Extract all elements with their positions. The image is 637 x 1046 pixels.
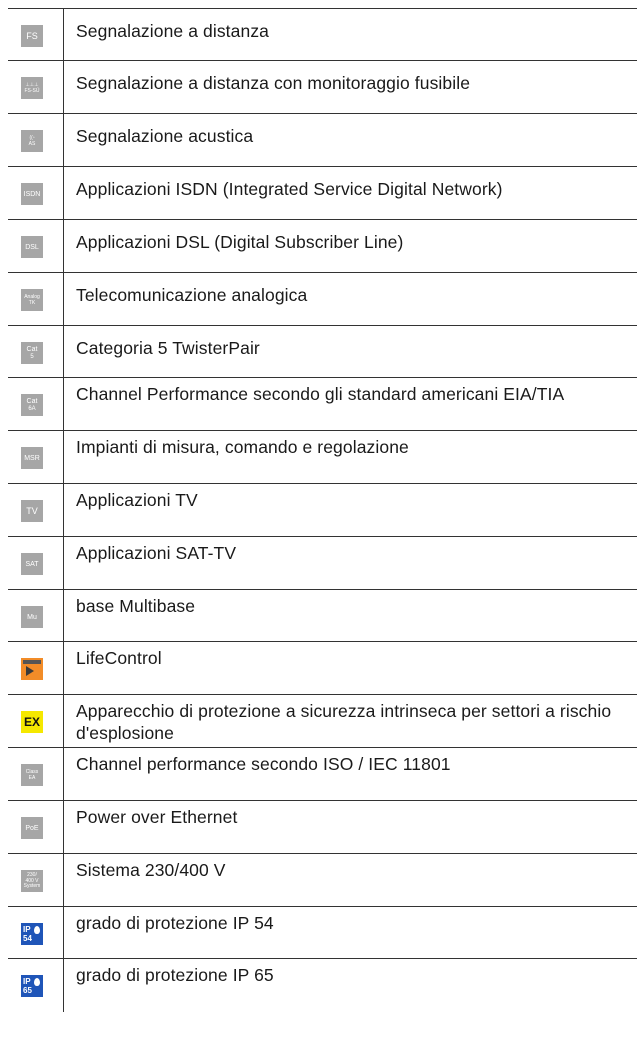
legend-row: ISDN Applicazioni ISDN (Integrated Servi… [8, 166, 637, 220]
legend-row: Class EA Channel performance secondo ISO … [8, 747, 637, 801]
fs-su-icon: ⊥⊥⊥ FS-SÜ [21, 77, 43, 99]
msr-icon: MSR [21, 447, 43, 469]
legend-text: Power over Ethernet [63, 800, 637, 854]
cat5-icon: Cat 5 [21, 342, 43, 364]
legend-text: Apparecchio di protezione a sicurezza in… [63, 694, 637, 748]
ex-icon: EX [21, 711, 43, 733]
legend-text: Applicazioni SAT-TV [63, 536, 637, 590]
mu-icon: Mu [21, 606, 43, 628]
legend-row: MSR Impianti di misura, comando e regola… [8, 430, 637, 484]
legend-text: base Multibase [63, 589, 637, 642]
ip65-icon: IP 65 [21, 975, 43, 997]
system-230-400-icon: 230/400 V System [21, 870, 43, 892]
isdn-icon: ISDN [21, 183, 43, 205]
legend-text: Channel performance secondo ISO / IEC 11… [63, 747, 637, 801]
ip54-icon: IP 54 [21, 923, 43, 945]
legend-text: grado di protezione IP 54 [63, 906, 637, 959]
symbol-legend-table: FS Segnalazione a distanza ⊥⊥⊥ FS-SÜ Segn… [8, 8, 637, 1012]
legend-row: Mu base Multibase [8, 589, 637, 642]
lifecontrol-icon [21, 658, 43, 680]
cat6a-icon: Cat 6A [21, 394, 43, 416]
sat-icon: SAT [21, 553, 43, 575]
legend-row: TV Applicazioni TV [8, 483, 637, 537]
legend-row: IP 54 grado di protezione IP 54 [8, 906, 637, 959]
legend-text: grado di protezione IP 65 [63, 958, 637, 1012]
legend-text: Categoria 5 TwisterPair [63, 325, 637, 378]
legend-text: Telecomunicazione analogica [63, 272, 637, 326]
legend-row: ((▫ AS Segnalazione acustica [8, 113, 637, 167]
legend-text: LifeControl [63, 641, 637, 695]
legend-text: Applicazioni DSL (Digital Subscriber Lin… [63, 219, 637, 273]
legend-row: EX Apparecchio di protezione a sicurezza… [8, 694, 637, 748]
tv-icon: TV [21, 500, 43, 522]
legend-row: Cat 6A Channel Performance secondo gli st… [8, 377, 637, 431]
legend-row: SAT Applicazioni SAT-TV [8, 536, 637, 590]
legend-row: ⊥⊥⊥ FS-SÜ Segnalazione a distanza con mon… [8, 60, 637, 114]
legend-text: Segnalazione a distanza con monitoraggio… [63, 60, 637, 114]
legend-row: Analog TK Telecomunicazione analogica [8, 272, 637, 326]
legend-row: IP 65 grado di protezione IP 65 [8, 958, 637, 1012]
class-ea-icon: Class EA [21, 764, 43, 786]
legend-text: Segnalazione a distanza [63, 8, 637, 61]
legend-row: LifeControl [8, 641, 637, 695]
legend-text: Segnalazione acustica [63, 113, 637, 167]
water-drop-icon [34, 926, 40, 934]
legend-text: Applicazioni TV [63, 483, 637, 537]
fs-icon: FS [21, 25, 43, 47]
legend-text: Applicazioni ISDN (Integrated Service Di… [63, 166, 637, 220]
legend-text: Sistema 230/400 V [63, 853, 637, 907]
analog-tk-icon: Analog TK [21, 289, 43, 311]
poe-icon: PoE [21, 817, 43, 839]
legend-text: Channel Performance secondo gli standard… [63, 377, 637, 431]
legend-row: Cat 5 Categoria 5 TwisterPair [8, 325, 637, 378]
water-drop-icon [34, 978, 40, 986]
legend-text: Impianti di misura, comando e regolazion… [63, 430, 637, 484]
dsl-icon: DSL [21, 236, 43, 258]
legend-row: FS Segnalazione a distanza [8, 8, 637, 61]
legend-row: DSL Applicazioni DSL (Digital Subscriber… [8, 219, 637, 273]
legend-row: 230/400 V System Sistema 230/400 V [8, 853, 637, 907]
legend-row: PoE Power over Ethernet [8, 800, 637, 854]
as-icon: ((▫ AS [21, 130, 43, 152]
